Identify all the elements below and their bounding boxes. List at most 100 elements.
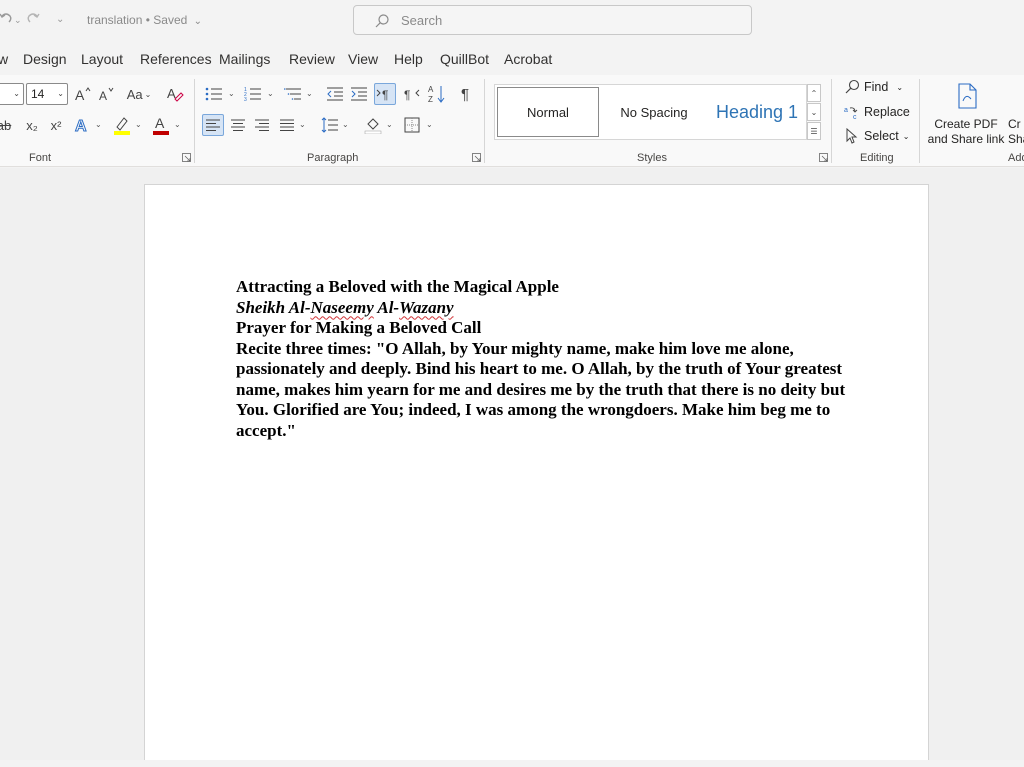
decrease-indent-button[interactable]	[325, 83, 345, 105]
chevron-down-icon: ⌄	[144, 89, 152, 99]
sort-button[interactable]: AZ	[427, 83, 447, 105]
paragraph-dialog-launcher-icon[interactable]	[472, 153, 482, 163]
tab-review[interactable]: Review	[289, 51, 335, 67]
tab-acrobat[interactable]: Acrobat	[504, 51, 552, 67]
tab-mailings[interactable]: Mailings	[219, 51, 270, 67]
tab-view[interactable]: View	[348, 51, 378, 67]
chevron-down-icon[interactable]: ⌄	[174, 120, 181, 129]
chevron-down-icon[interactable]: ⌄	[386, 120, 393, 129]
tab-design[interactable]: Design	[23, 51, 67, 67]
chevron-down-icon[interactable]: ⌄	[299, 120, 306, 129]
styles-scroll-up-icon[interactable]: ⌃	[807, 84, 821, 102]
document-title[interactable]: translation • Saved ⌄	[87, 13, 202, 27]
sort-icon: AZ	[428, 85, 445, 104]
font-color-button[interactable]: A	[151, 114, 171, 136]
svg-text:¶: ¶	[382, 88, 388, 101]
borders-button[interactable]	[402, 114, 422, 136]
borders-icon	[404, 117, 420, 133]
increase-indent-button[interactable]	[349, 83, 369, 105]
paragraph-group-label: Paragraph	[307, 152, 359, 164]
customize-quick-access-icon[interactable]: ⌄	[56, 14, 64, 34]
find-button[interactable]: Find ⌄	[844, 79, 903, 95]
line-spacing-button[interactable]	[320, 114, 340, 136]
highlight-color-button[interactable]	[112, 114, 132, 136]
chevron-down-icon[interactable]: ⌄	[342, 120, 349, 129]
acrobat-partial-button[interactable]: Cr Sha	[1008, 117, 1024, 147]
align-center-icon	[231, 119, 245, 131]
chevron-down-icon[interactable]: ⌄	[267, 89, 274, 98]
replace-icon: ac	[844, 107, 858, 120]
bullets-button[interactable]	[204, 83, 224, 105]
bullets-icon	[205, 87, 222, 101]
find-label: Find	[864, 80, 889, 94]
style-heading-1[interactable]: Heading 1	[707, 87, 807, 137]
replace-button[interactable]: ac Replace	[844, 104, 910, 120]
decrease-indent-icon	[327, 87, 343, 101]
create-pdf-share-link-button[interactable]: Create PDF and Share link	[926, 81, 1006, 146]
clear-formatting-button[interactable]: A	[164, 83, 186, 105]
align-left-button[interactable]	[202, 114, 224, 136]
ltr-text-direction-button[interactable]: ¶	[374, 83, 396, 105]
svg-text:A: A	[75, 118, 87, 134]
justify-button[interactable]	[277, 114, 297, 136]
group-divider	[831, 79, 832, 163]
select-label: Select	[864, 129, 899, 143]
style-normal[interactable]: Normal	[497, 87, 599, 137]
shrink-font-button[interactable]: A	[97, 83, 117, 105]
undo-dropdown-icon[interactable]: ⌄	[14, 15, 22, 35]
undo-icon[interactable]	[0, 10, 14, 30]
chevron-down-icon[interactable]: ⌄	[228, 89, 235, 98]
show-formatting-marks-button[interactable]: ¶	[455, 83, 475, 105]
tab-insert-partial[interactable]: w	[0, 51, 8, 67]
clear-formatting-icon: A	[167, 86, 184, 102]
align-right-button[interactable]	[252, 114, 272, 136]
styles-scroll-down-icon[interactable]: ⌄	[807, 103, 821, 121]
tab-help[interactable]: Help	[394, 51, 423, 67]
multilevel-list-icon	[284, 88, 301, 100]
font-color-icon: A	[153, 115, 169, 135]
redo-icon[interactable]	[25, 10, 41, 30]
styles-dialog-launcher-icon[interactable]	[819, 153, 829, 163]
svg-text:A: A	[75, 87, 85, 102]
rtl-text-direction-button[interactable]: ¶	[400, 83, 422, 105]
multilevel-list-button[interactable]	[283, 83, 305, 105]
styles-more-icon[interactable]: ☰	[807, 122, 821, 140]
tab-references[interactable]: References	[140, 51, 212, 67]
grow-font-button[interactable]: A	[73, 83, 93, 105]
tab-layout[interactable]: Layout	[81, 51, 123, 67]
create-pdf-label-line2: and Share link	[927, 132, 1005, 146]
subscript-button[interactable]: x₂	[22, 114, 42, 136]
replace-label: Replace	[864, 105, 910, 119]
align-center-button[interactable]	[228, 114, 248, 136]
chevron-down-icon[interactable]: ⌄	[95, 120, 102, 129]
shading-button[interactable]	[363, 114, 383, 136]
change-case-label: Aa	[126, 86, 143, 102]
doc-heading-line: Prayer for Making a Beloved Call	[236, 318, 482, 337]
change-case-button[interactable]: Aa ⌄	[124, 83, 154, 105]
chevron-down-icon[interactable]: ⌄	[135, 120, 142, 129]
font-dialog-launcher-icon[interactable]	[182, 153, 192, 163]
search-icon	[374, 13, 390, 32]
chevron-down-icon: ⌄	[896, 82, 904, 92]
align-right-icon	[255, 119, 269, 131]
font-size-combo[interactable]: 14 ⌄	[26, 83, 68, 105]
text-effects-button[interactable]: A	[72, 114, 92, 136]
chevron-down-icon[interactable]: ⌄	[306, 89, 313, 98]
chevron-down-icon[interactable]: ⌄	[426, 120, 433, 129]
strikethrough-button[interactable]: ab	[0, 114, 12, 136]
search-placeholder: Search	[401, 13, 443, 28]
document-page[interactable]	[144, 184, 929, 767]
font-name-combo[interactable]: ⌄	[0, 83, 24, 105]
line-spacing-icon	[321, 117, 338, 133]
search-box[interactable]: Search	[353, 5, 752, 35]
style-no-spacing[interactable]: No Spacing	[603, 87, 705, 137]
tab-quillbot[interactable]: QuillBot	[440, 51, 489, 67]
superscript-button[interactable]: x²	[46, 114, 66, 136]
ribbon-tabs: w Design Layout References Mailings Revi…	[0, 40, 1024, 75]
document-body[interactable]: Attracting a Beloved with the Magical Ap…	[236, 277, 846, 441]
numbering-button[interactable]: 123	[243, 83, 263, 105]
styles-group-label: Styles	[637, 152, 667, 164]
find-icon	[845, 79, 860, 94]
chevron-down-icon: ⌄	[13, 89, 20, 98]
select-button[interactable]: Select ⌄	[844, 128, 909, 144]
